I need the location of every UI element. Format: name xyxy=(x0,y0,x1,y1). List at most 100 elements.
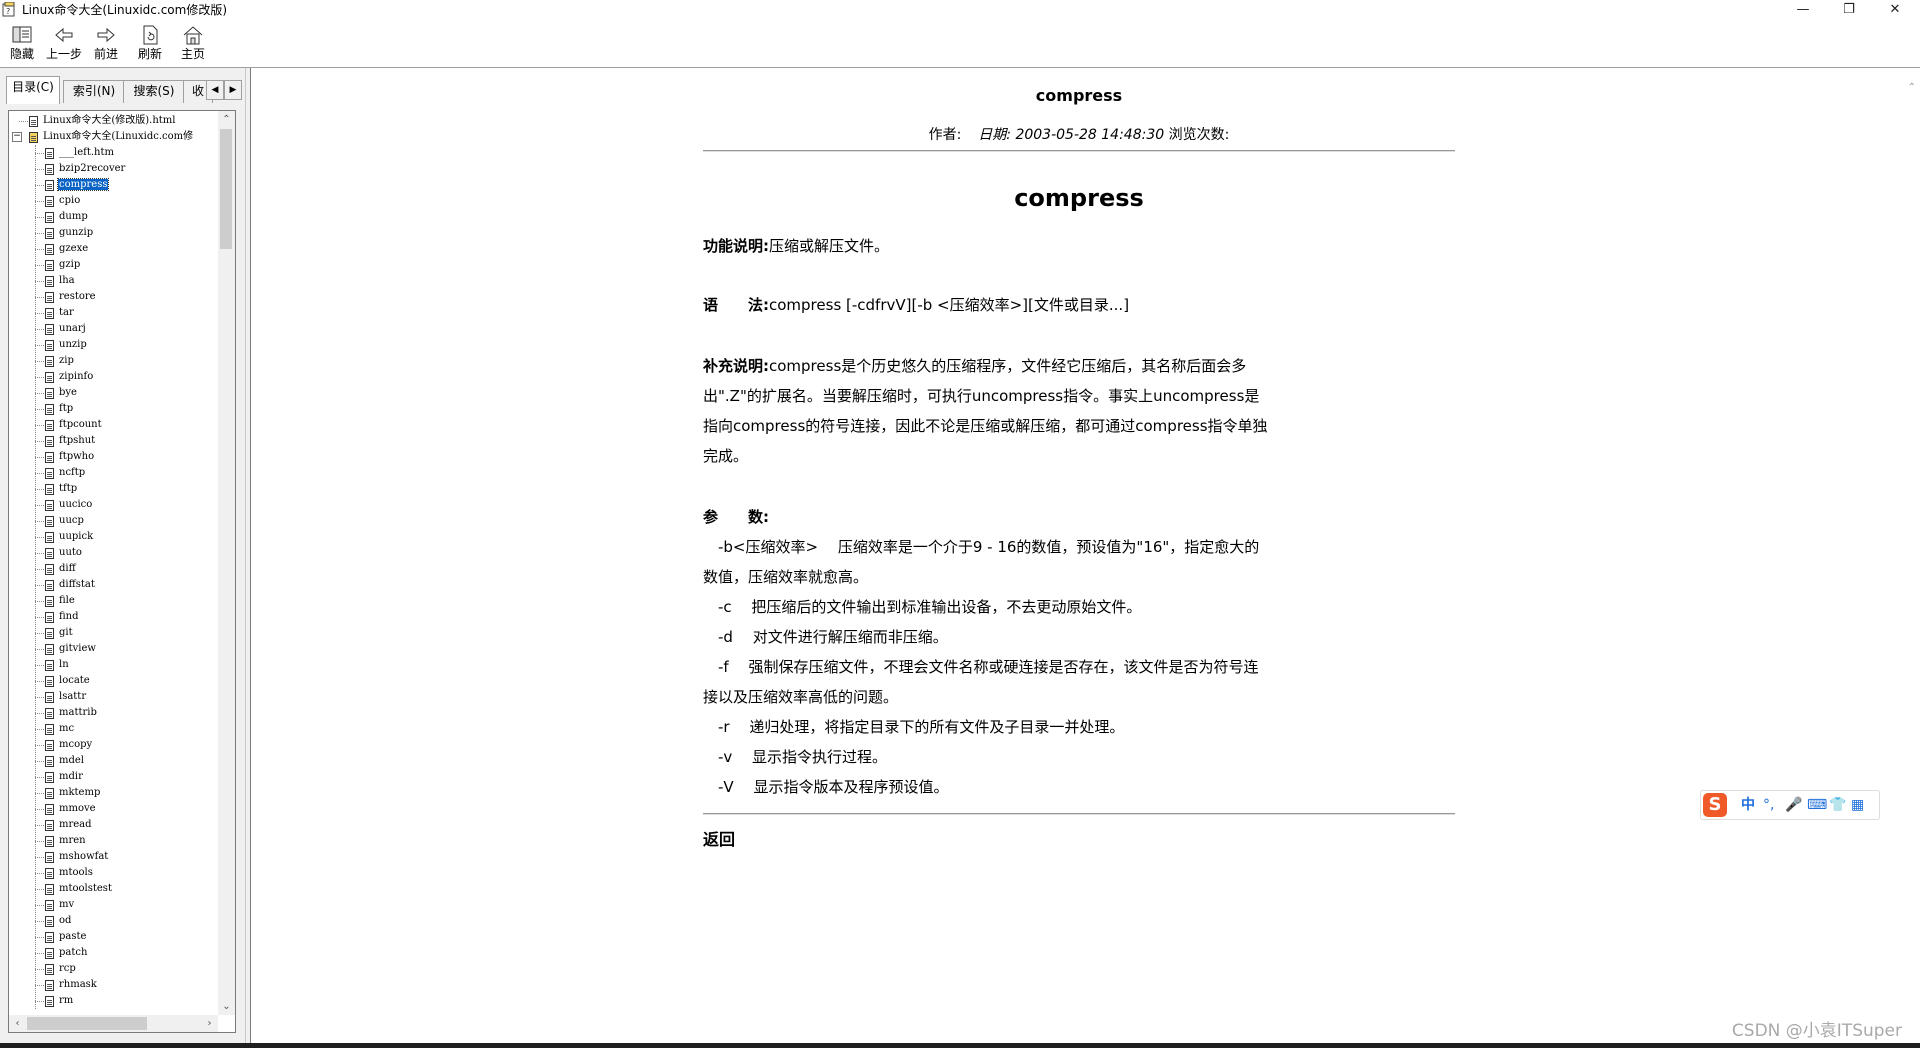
tree-item[interactable]: mtools xyxy=(45,865,94,881)
tree-item[interactable]: mc xyxy=(45,721,75,737)
scroll-down-arrow-icon[interactable]: ⌄ xyxy=(218,998,235,1015)
tree-item[interactable]: mv xyxy=(45,897,75,913)
tree-item[interactable]: zipinfo xyxy=(45,369,94,385)
tree-item[interactable]: git xyxy=(45,625,74,641)
tree-item[interactable]: cpio xyxy=(45,193,81,209)
back-link[interactable]: 返回 xyxy=(703,826,735,850)
param-line: -V 显示指令版本及程序预设值。 xyxy=(703,778,948,796)
refresh-button[interactable]: 刷新 xyxy=(128,25,172,65)
content-scroll-up-icon[interactable]: ⌃ xyxy=(1908,82,1916,93)
tree-item[interactable]: uuto xyxy=(45,545,83,561)
tab-index[interactable]: 索引(N) xyxy=(63,80,125,103)
tree-item-label: paste xyxy=(58,931,87,942)
close-button[interactable]: ✕ xyxy=(1872,0,1918,20)
tree-item[interactable]: uupick xyxy=(45,529,94,545)
forward-button[interactable]: 前进 xyxy=(84,25,128,65)
tree-item-label: tar xyxy=(58,307,75,318)
tree-item[interactable]: mdel xyxy=(45,753,85,769)
tree-item[interactable]: gzexe xyxy=(45,241,89,257)
tree-item[interactable]: mcopy xyxy=(45,737,93,753)
tree-item[interactable]: zip xyxy=(45,353,75,369)
tree-connector xyxy=(35,649,44,650)
tree-item[interactable]: tftp xyxy=(45,481,78,497)
tree-item[interactable]: mtoolstest xyxy=(45,881,113,897)
tree-item[interactable]: mattrib xyxy=(45,705,98,721)
tree-item[interactable]: diffstat xyxy=(45,577,96,593)
tree-item-label: bzip2recover xyxy=(58,163,126,174)
tree-item-label: find xyxy=(58,611,80,622)
tree-item[interactable]: unarj xyxy=(45,321,87,337)
header-meta: 作者: 日期: 2003-05-28 14:48:30 浏览次数: xyxy=(703,124,1455,144)
tree-item[interactable]: mren xyxy=(45,833,87,849)
tree-item[interactable]: paste xyxy=(45,929,87,945)
ime-keyboard-icon[interactable]: ⌨ xyxy=(1807,795,1827,815)
tree-item[interactable]: patch xyxy=(45,945,88,961)
page-icon xyxy=(45,340,54,351)
tree-item[interactable]: lsattr xyxy=(45,689,87,705)
tree-item[interactable]: gitview xyxy=(45,641,97,657)
scroll-left-arrow-icon[interactable]: ‹ xyxy=(9,1015,26,1032)
tree-vscroll-thumb[interactable] xyxy=(220,129,232,249)
tree-root-folder[interactable]: Linux命令大全(Linuxidc.com修 xyxy=(29,129,194,145)
tree-item[interactable]: ftpwho xyxy=(45,449,95,465)
tree-item[interactable]: uucico xyxy=(45,497,93,513)
ime-toolbar[interactable]: S 中 °, 🎤 ⌨ 👕 ▦ xyxy=(1700,790,1880,820)
tree-item[interactable]: mshowfat xyxy=(45,849,109,865)
tree-item[interactable]: rhmask xyxy=(45,977,98,993)
tree-item[interactable]: rm xyxy=(45,993,74,1009)
back-button[interactable]: 上一步 xyxy=(42,25,86,65)
tree-item[interactable]: mktemp xyxy=(45,785,101,801)
tree-connector xyxy=(35,297,44,298)
tree-item[interactable]: rcp xyxy=(45,961,77,977)
tree-hscroll-thumb[interactable] xyxy=(27,1017,147,1030)
tree-item[interactable]: uucp xyxy=(45,513,85,529)
tree-item[interactable]: file xyxy=(45,593,76,609)
tree-item[interactable]: restore xyxy=(45,289,97,305)
sogou-logo-icon[interactable]: S xyxy=(1703,793,1727,817)
tree-item[interactable]: bzip2recover xyxy=(45,161,126,177)
tree-item[interactable]: ncftp xyxy=(45,465,86,481)
tree-item[interactable]: diff xyxy=(45,561,77,577)
tree-item[interactable]: mdir xyxy=(45,769,84,785)
ime-skin-icon[interactable]: 👕 xyxy=(1829,795,1846,815)
tree-connector xyxy=(35,953,44,954)
tree-item[interactable]: gunzip xyxy=(45,225,94,241)
scroll-up-arrow-icon[interactable]: ⌃ xyxy=(218,111,235,128)
tree-root-file[interactable]: Linux命令大全(修改版).html xyxy=(29,113,176,129)
pane-splitter[interactable] xyxy=(245,68,251,1043)
hide-button[interactable]: 隐藏 xyxy=(0,25,44,65)
tab-search[interactable]: 搜索(S) xyxy=(123,80,185,103)
tree-item[interactable]: mread xyxy=(45,817,93,833)
tree-item[interactable]: gzip xyxy=(45,257,81,273)
tree-item[interactable]: tar xyxy=(45,305,75,321)
tab-scroll-right[interactable]: ▶ xyxy=(224,80,242,100)
tree-item[interactable]: unzip xyxy=(45,337,88,353)
scroll-right-arrow-icon[interactable]: › xyxy=(201,1015,218,1032)
tree-item[interactable]: ln xyxy=(45,657,70,673)
tab-scroll-left[interactable]: ◀ xyxy=(206,80,224,100)
tree-item[interactable]: od xyxy=(45,913,72,929)
home-button[interactable]: 主页 xyxy=(171,25,215,65)
ime-microphone-icon[interactable]: 🎤 xyxy=(1785,795,1802,815)
tree-item[interactable]: locate xyxy=(45,673,91,689)
tree-item[interactable]: ___left.htm xyxy=(45,145,115,161)
restore-button[interactable]: ❐ xyxy=(1826,0,1872,20)
tree-item[interactable]: compress xyxy=(45,177,108,193)
tree-item[interactable]: mmove xyxy=(45,801,97,817)
tree-item[interactable]: ftpshut xyxy=(45,433,96,449)
tree-item[interactable]: find xyxy=(45,609,80,625)
tree-item[interactable]: dump xyxy=(45,209,89,225)
tree-item[interactable]: ftpcount xyxy=(45,417,103,433)
tree-horizontal-scrollbar[interactable]: ‹ › xyxy=(9,1015,218,1032)
contents-tree[interactable]: Linux命令大全(修改版).htmlLinux命令大全(Linuxidc.co… xyxy=(9,111,218,1015)
tree-item[interactable]: lha xyxy=(45,273,76,289)
ime-chinese-mode-icon[interactable]: 中 xyxy=(1741,795,1755,815)
minimize-button[interactable]: — xyxy=(1780,0,1826,20)
ime-punctuation-icon[interactable]: °, xyxy=(1763,795,1774,815)
tab-contents[interactable]: 目录(C) xyxy=(6,76,60,104)
ime-toolbox-icon[interactable]: ▦ xyxy=(1851,795,1864,815)
collapse-icon[interactable]: − xyxy=(12,132,22,142)
tree-vertical-scrollbar[interactable]: ⌃ ⌄ xyxy=(218,111,235,1015)
tree-item[interactable]: bye xyxy=(45,385,78,401)
tree-item[interactable]: ftp xyxy=(45,401,74,417)
